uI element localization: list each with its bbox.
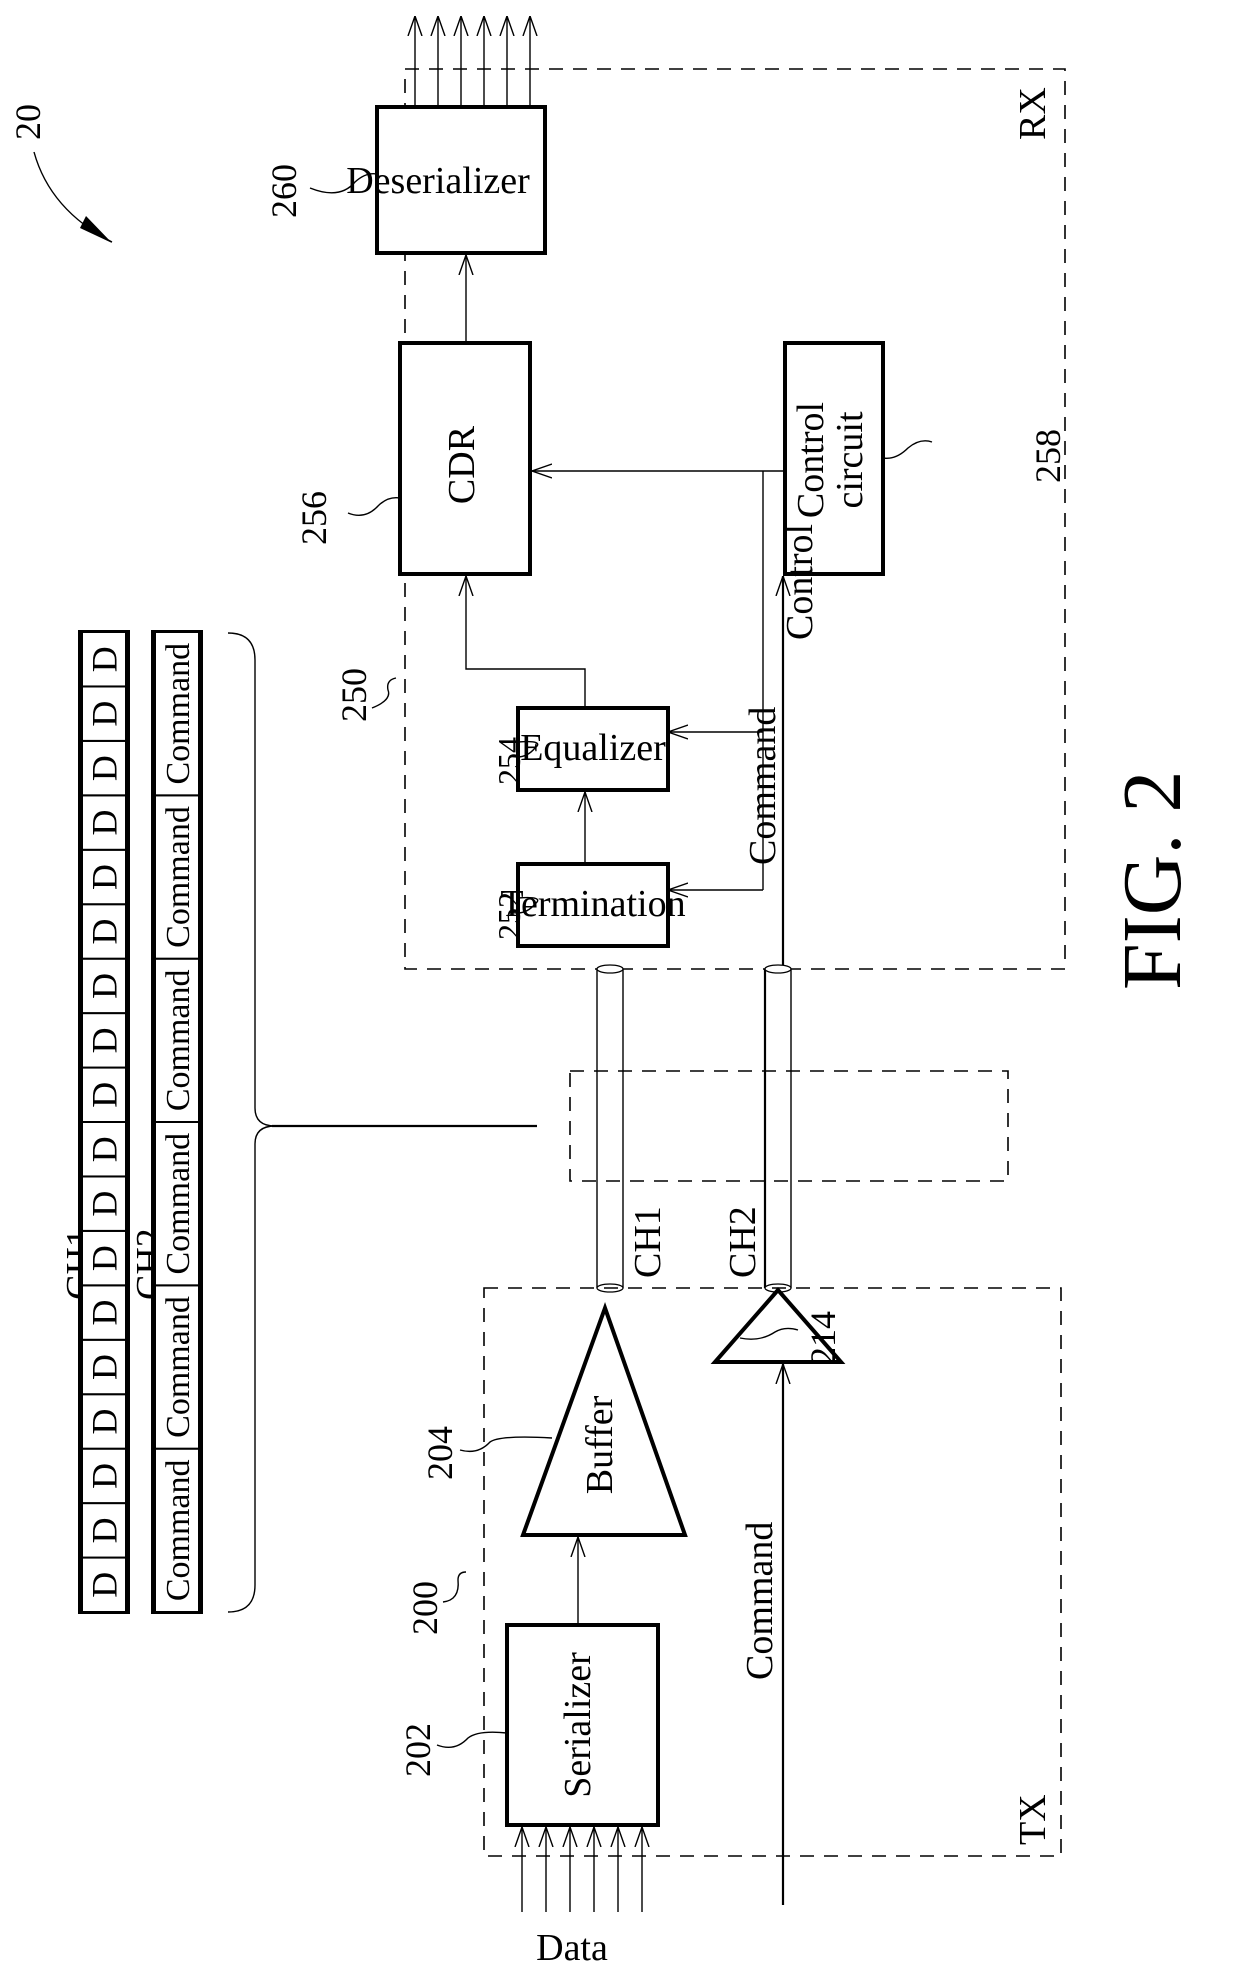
channel-ch1-cable <box>596 964 624 1293</box>
channel-ch1-label: CH1 <box>627 1206 669 1278</box>
timing-cell-label: Command <box>160 1459 197 1601</box>
timing-cell-label: Command <box>160 806 197 948</box>
timing-cell-label: D <box>85 1572 125 1598</box>
tx-ref-200: 200 <box>405 1581 445 1635</box>
serializer-label: Serializer <box>557 1652 599 1798</box>
timing-cell-label: D <box>85 864 125 890</box>
cdr-label: CDR <box>441 425 483 504</box>
system-ref-label: 20 <box>8 104 48 140</box>
timing-cell-label: Command <box>160 1296 197 1438</box>
rx-command-label: Command <box>742 707 784 865</box>
equalizer-ref-254: 254 <box>491 737 527 785</box>
timing-cell-label: D <box>85 701 125 727</box>
timing-cell-label: D <box>85 810 125 836</box>
timing-cell-label: D <box>85 1463 125 1489</box>
timing-cell-label: Command <box>160 1133 197 1275</box>
deserializer-output-arrows <box>415 16 530 106</box>
timing-cell-label: D <box>85 1245 125 1271</box>
timing-row-ch1: D D D D D D D D D D D D D D D D D D <box>78 630 130 1614</box>
block-diagram: 20 RX 250 Deserializer 260 CDR 256 Contr… <box>8 16 1199 1969</box>
data-input-arrows <box>522 1827 642 1912</box>
control-circuit-label-1: Control <box>790 402 832 518</box>
cdr-ref-leader <box>347 496 401 516</box>
timing-brace <box>227 632 276 1613</box>
buffer-ref-leader <box>459 1436 553 1453</box>
equalizer-label: Equalizer <box>520 727 666 769</box>
timing-cell-label: D <box>85 1408 125 1434</box>
control-signal-label: Control <box>779 524 821 640</box>
timing-row-ch2: Command Command Command Command Command Comma… <box>151 630 203 1614</box>
channel-selection-box <box>569 1070 1009 1182</box>
control-circuit-label-2: circuit <box>829 411 871 509</box>
rx-ref-leader <box>371 677 397 709</box>
deserializer-ref-260: 260 <box>264 164 304 218</box>
timing-cell-label: Command <box>160 643 197 785</box>
tx-ref-leader <box>442 1571 467 1603</box>
timing-cell-label: D <box>85 1082 125 1108</box>
timing-cell-label: D <box>85 1517 125 1543</box>
rx-label: RX <box>1012 87 1054 140</box>
equalizer-to-cdr-arrow <box>466 576 586 708</box>
system-ref-arrowhead-icon <box>80 216 112 243</box>
timing-cell-label: D <box>85 1027 125 1053</box>
control-circuit-ref-leader <box>882 440 933 459</box>
timing-cell-label: D <box>85 973 125 999</box>
serializer-ref-leader <box>436 1731 508 1748</box>
deserializer-label: Deserializer <box>346 160 530 202</box>
buffer-label: Buffer <box>579 1395 621 1494</box>
timing-cell-label: D <box>85 918 125 944</box>
timing-cell-label: D <box>85 1354 125 1380</box>
system-ref-arrow-icon <box>33 151 113 243</box>
control-circuit-ref-258: 258 <box>1028 429 1068 483</box>
data-input-label: Data <box>536 1927 608 1969</box>
deserializer-block: Deserializer <box>346 105 547 255</box>
timing-cell-label: D <box>85 1136 125 1162</box>
channel-ch2-label: CH2 <box>722 1206 764 1278</box>
timing-cell-label: D <box>85 755 125 781</box>
termination-label: Termination <box>500 883 685 925</box>
timing-cell-label: D <box>85 646 125 672</box>
command-buffer-ref-214: 214 <box>803 1311 843 1365</box>
timing-cell-label: D <box>85 1300 125 1326</box>
serializer-ref-202: 202 <box>398 1723 438 1777</box>
timing-cell-label: Command <box>160 969 197 1111</box>
tx-label: TX <box>1012 1794 1054 1845</box>
cdr-ref-256: 256 <box>294 491 334 545</box>
rx-ref-250: 250 <box>334 668 374 722</box>
timing-cell-label: D <box>85 1191 125 1217</box>
channel-ch2-cable <box>763 964 792 1293</box>
buffer-ref-204: 204 <box>420 1426 460 1480</box>
figure-caption: FIG. 2 <box>1106 771 1199 990</box>
termination-ref-252: 252 <box>491 892 527 940</box>
tx-command-input-label: Command <box>739 1522 781 1680</box>
